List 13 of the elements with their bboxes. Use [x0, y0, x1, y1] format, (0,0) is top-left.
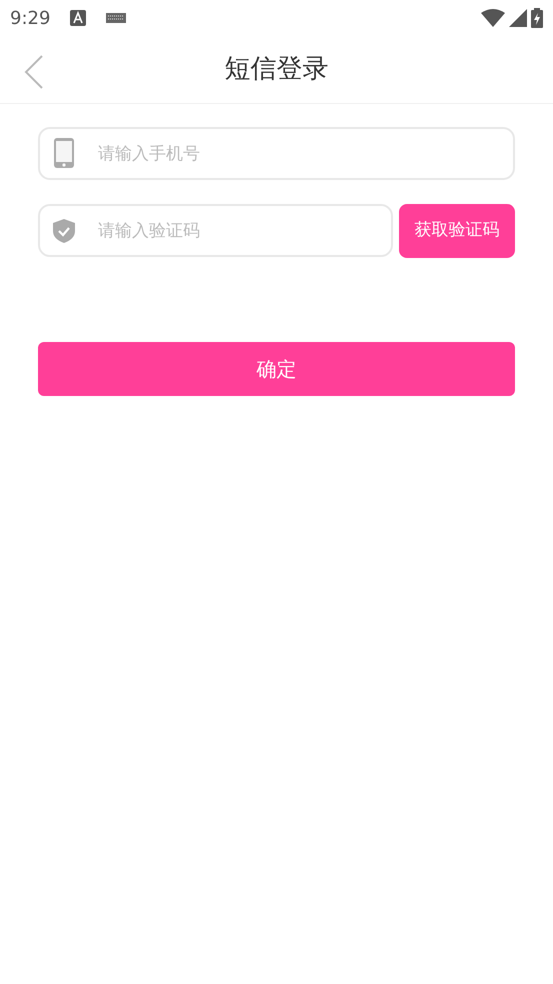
- keyboard-icon: [106, 13, 126, 23]
- phone-icon: [54, 138, 74, 168]
- get-code-button[interactable]: 获取验证码: [399, 204, 515, 258]
- signal-icon: [509, 9, 527, 27]
- wifi-icon: [481, 9, 505, 27]
- page-title: 短信登录: [224, 53, 328, 86]
- confirm-button[interactable]: 确定: [38, 342, 515, 396]
- code-input-field[interactable]: 请输入验证码: [38, 204, 393, 257]
- battery-icon: [531, 8, 543, 28]
- status-time: 9:29: [10, 6, 50, 30]
- phone-input-field[interactable]: 请输入手机号: [38, 127, 515, 180]
- shield-check-icon: [53, 219, 75, 243]
- keyboard-letter-icon: [70, 10, 86, 26]
